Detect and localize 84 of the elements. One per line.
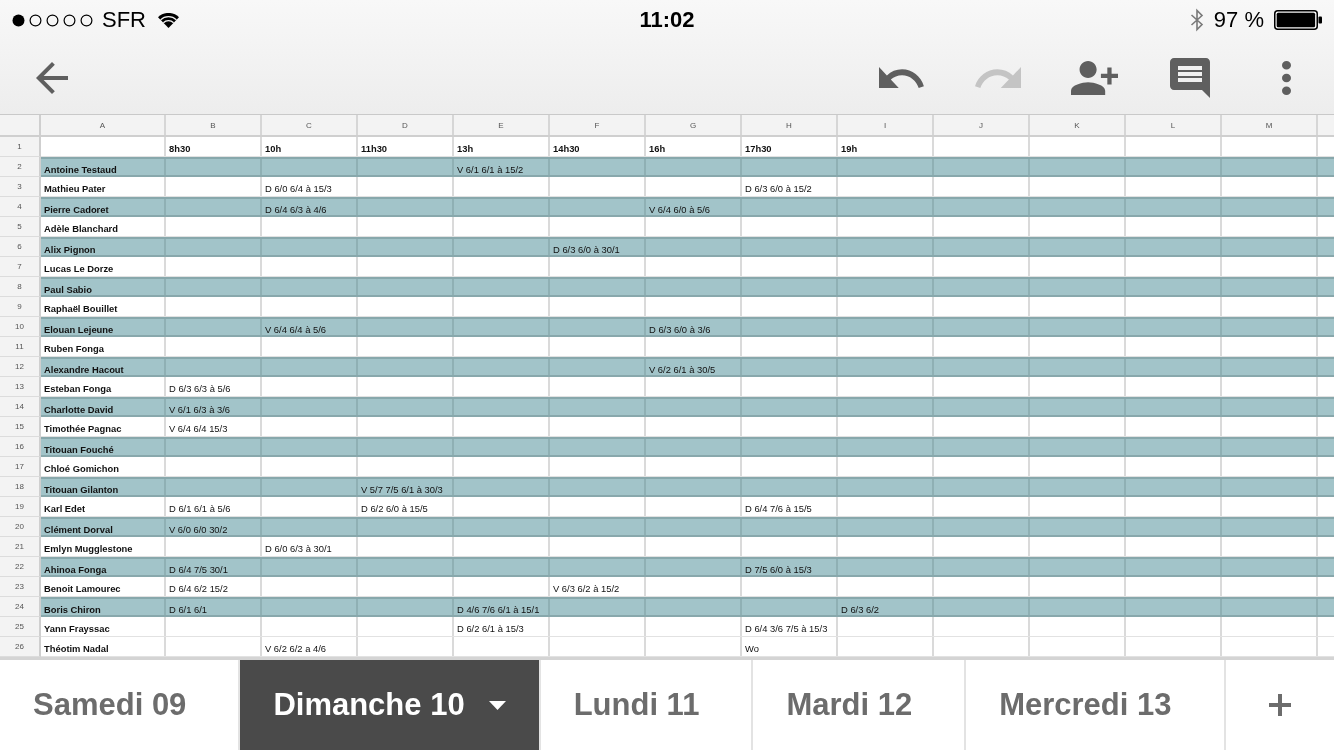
row-header[interactable]: 16 [0,437,41,457]
table-cell: Paul Sabio [41,279,166,295]
column-header[interactable]: B [166,115,262,135]
row-header[interactable]: 15 [0,417,41,437]
row-header[interactable]: 23 [0,577,41,597]
table-cell: D 7/5 6/0 à 15/3 [742,559,838,575]
table-cell: V 6/4 6/0 à 5/6 [646,199,742,215]
row-header[interactable]: 10 [0,317,41,337]
sheet-tab[interactable]: Lundi 11 [540,660,754,750]
column-header[interactable]: A [41,115,166,135]
plus-icon[interactable] [1268,694,1291,716]
table-cell: Elouan Lejeune [41,319,166,335]
table-cell: Antoine Testaud [41,159,166,175]
table-cell: V 6/1 6/3 à 3/6 [166,399,262,415]
sheet-tab[interactable]: Dimanche 10 [240,660,541,750]
row-header[interactable]: 26 [0,637,41,657]
table-cell: Alexandre Hacout [41,359,166,375]
row-header[interactable]: 22 [0,557,41,577]
table-cell: V 6/4 6/4 à 5/6 [262,319,358,335]
row-header[interactable]: 12 [0,357,41,377]
row-header[interactable]: 21 [0,537,41,557]
column-header[interactable]: F [550,115,646,135]
table-cell: Titouan Fouché [41,439,166,455]
column-header[interactable]: C [262,115,358,135]
row-header[interactable]: 17 [0,457,41,477]
table-cell: Clément Dorval [41,519,166,535]
row-header[interactable]: 8 [0,277,41,297]
wifi-icon [158,12,179,28]
table-cell: D 6/3 6/0 à 30/1 [550,239,646,255]
table-cell: D 6/4 6/3 à 4/6 [262,199,358,215]
comment-icon[interactable] [1170,57,1210,98]
more-options-icon[interactable] [1281,60,1291,95]
table-cell: Pierre Cadoret [41,199,166,215]
column-header[interactable]: E [454,115,550,135]
table-cell: D 6/3 6/0 à 3/6 [646,319,742,335]
row-header[interactable]: 5 [0,217,41,237]
row-header[interactable]: 4 [0,197,41,217]
table-cell: Alix Pignon [41,239,166,255]
table-cell: V 6/0 6/0 30/2 [166,519,262,535]
add-person-icon[interactable] [1070,60,1118,95]
column-header[interactable]: K [1030,115,1126,135]
row-header[interactable]: 20 [0,517,41,537]
table-cell: Ahinoa Fonga [41,559,166,575]
table-cell: D 6/3 6/2 [838,599,934,615]
row-header[interactable]: 6 [0,237,41,257]
column-header[interactable]: L [1126,115,1222,135]
back-arrow-icon[interactable] [36,61,68,94]
table-cell: V 6/1 6/1 à 15/2 [454,159,550,175]
row-header[interactable]: 19 [0,497,41,517]
undo-icon[interactable] [879,67,925,88]
battery-icon [1274,10,1322,30]
row-header[interactable]: 9 [0,297,41,317]
table-cell: D 6/1 6/1 [166,599,262,615]
column-header[interactable]: G [646,115,742,135]
column-header[interactable]: I [838,115,934,135]
column-header[interactable]: D [358,115,454,135]
column-header[interactable]: H [742,115,838,135]
clock-time: 11:02 [639,7,695,33]
row-header[interactable]: 18 [0,477,41,497]
row-header[interactable]: 11 [0,337,41,357]
table-cell: V 5/7 7/5 6/1 à 30/3 [358,479,454,495]
row-header[interactable]: 24 [0,597,41,617]
table-cell: Boris Chiron [41,599,166,615]
row-header[interactable]: 25 [0,617,41,637]
row-header[interactable]: 7 [0,257,41,277]
column-header[interactable]: M [1222,115,1318,135]
row-header[interactable]: 3 [0,177,41,197]
row-header[interactable]: 13 [0,377,41,397]
caret-icon[interactable] [488,700,506,710]
signal-dots-icon [12,13,94,27]
carrier-name: SFR [102,7,146,33]
table-cell: Titouan Gilanton [41,479,166,495]
table-cell: V 6/2 6/1 à 30/5 [646,359,742,375]
sheet-tab[interactable]: Mardi 12 [753,660,967,750]
row-header[interactable]: 2 [0,157,41,177]
table-cell: D 4/6 7/6 6/1 à 15/1 [454,599,550,615]
table-cell: Charlotte David [41,399,166,415]
row-header[interactable]: 14 [0,397,41,417]
table-cell: D 6/4 7/5 30/1 [166,559,262,575]
sheet-tab[interactable]: Mercredi 13 [966,660,1226,750]
row-header[interactable]: 1 [0,137,41,157]
battery-percentage: 97 % [1213,7,1264,33]
bluetooth-icon [1189,8,1204,32]
column-header[interactable]: J [934,115,1030,135]
